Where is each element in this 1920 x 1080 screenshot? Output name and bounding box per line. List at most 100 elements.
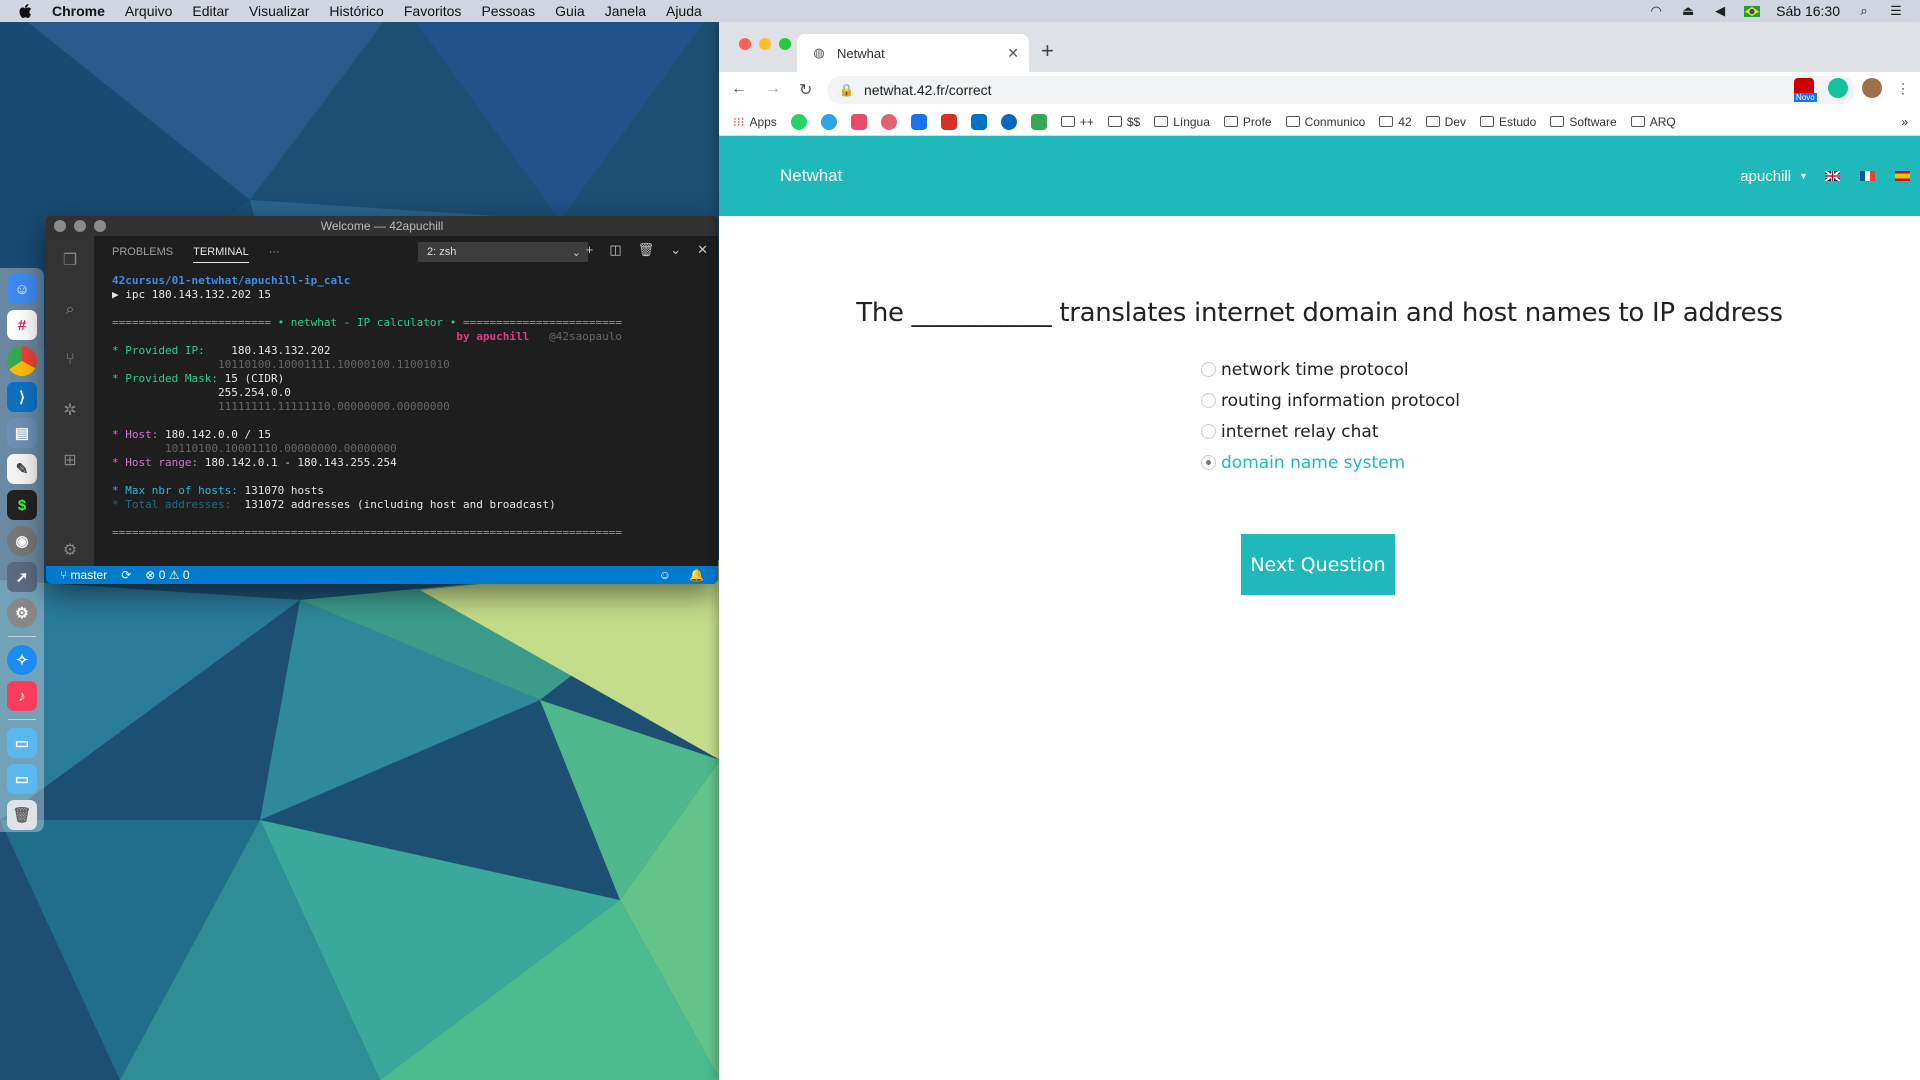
radio-button[interactable]	[1201, 362, 1216, 377]
bookmark-folder-arq[interactable]: ARQ	[1630, 115, 1676, 129]
trash-icon[interactable]: 🗑	[7, 800, 37, 830]
bookmark-folder-profe[interactable]: Profe	[1223, 115, 1272, 129]
onedrive-icon[interactable]	[1000, 113, 1017, 130]
disk-utility-icon[interactable]: ◉	[7, 526, 37, 556]
notifications-bell-icon[interactable]: 🔔	[689, 568, 704, 582]
browser-tab-netwhat[interactable]: ◍ Netwhat ✕	[797, 34, 1029, 72]
close-panel-icon[interactable]: ✕	[697, 242, 708, 258]
close-tab-icon[interactable]: ✕	[1007, 45, 1019, 62]
problems-status[interactable]: ⊗ 0 ⚠ 0	[145, 568, 189, 582]
kill-terminal-icon[interactable]: 🗑	[638, 242, 655, 258]
radio-button[interactable]	[1201, 393, 1216, 408]
answer-option-dns[interactable]: domain name system	[1201, 447, 1460, 478]
menu-visualizar[interactable]: Visualizar	[249, 3, 309, 19]
france-flag-icon[interactable]	[1860, 171, 1875, 181]
tab-terminal[interactable]: TERMINAL	[193, 246, 249, 263]
menu-app-name[interactable]: Chrome	[52, 3, 105, 19]
split-terminal-icon[interactable]: ◫	[609, 242, 621, 258]
system-preferences-icon[interactable]: ⚙	[7, 598, 37, 628]
downloads-folder-icon[interactable]: ▭	[7, 764, 37, 794]
terminal-select[interactable]: 2: zsh ⌄	[418, 242, 588, 262]
uk-flag-icon[interactable]	[1825, 171, 1840, 181]
sync-icon[interactable]: ⟳	[121, 568, 131, 582]
spotlight-search-icon[interactable]: ⌕	[1856, 3, 1872, 18]
forward-arrow-icon[interactable]: →	[765, 80, 781, 100]
notes-icon[interactable]: ✎	[7, 454, 37, 484]
tab-problems[interactable]: PROBLEMS	[112, 246, 173, 258]
zoom-window-button[interactable]	[779, 38, 791, 50]
address-bar[interactable]: 🔒 netwhat.42.fr/correct ☆	[827, 76, 1855, 104]
music-icon[interactable]: ♪	[7, 681, 37, 711]
menu-ajuda[interactable]: Ajuda	[666, 3, 702, 19]
maximize-panel-icon[interactable]: ⌄	[670, 242, 681, 258]
site-brand[interactable]: Netwhat	[780, 166, 842, 186]
bookmark-folder-lingua[interactable]: Língua	[1154, 115, 1210, 129]
new-terminal-icon[interactable]: +	[586, 242, 594, 258]
git-branch-item[interactable]: ⑂ master	[60, 568, 107, 582]
lock-icon[interactable]: 🔒	[839, 83, 854, 97]
debug-icon[interactable]: ✲	[58, 398, 82, 422]
bookmark-folder-dollar[interactable]: $$	[1107, 115, 1140, 129]
user-menu[interactable]: apuchill ▼	[1740, 168, 1808, 185]
extension-icon[interactable]: Novo	[1794, 78, 1817, 102]
preview-icon[interactable]: ▤	[7, 418, 37, 448]
bookmark-folder-dev[interactable]: Dev	[1425, 115, 1466, 129]
bookmark-folder-42[interactable]: 42	[1379, 115, 1412, 129]
spain-flag-icon[interactable]	[1895, 171, 1910, 181]
reload-icon[interactable]: ↻	[799, 80, 812, 100]
menu-editar[interactable]: Editar	[192, 3, 229, 19]
feedback-smiley-icon[interactable]: ☺	[659, 568, 671, 582]
control-center-icon[interactable]: ☰	[1888, 3, 1904, 18]
asana-icon[interactable]	[880, 113, 897, 130]
volume-icon[interactable]: ◀	[1712, 3, 1728, 18]
bookmark-app-icon[interactable]	[850, 113, 867, 130]
bookmark-folder-plusplus[interactable]: ++	[1060, 115, 1094, 129]
chrome-dock-icon[interactable]	[7, 346, 37, 376]
extensions-icon[interactable]: ⊞	[58, 448, 82, 472]
radio-button[interactable]	[1201, 424, 1216, 439]
menu-guia[interactable]: Guia	[555, 3, 585, 19]
source-control-icon[interactable]: ⑂	[58, 348, 82, 372]
answer-option-irc[interactable]: internet relay chat	[1201, 416, 1460, 447]
terminal-dock-icon[interactable]: $	[7, 490, 37, 520]
gmail-icon[interactable]	[940, 113, 957, 130]
menu-janela[interactable]: Janela	[605, 3, 646, 19]
menu-arquivo[interactable]: Arquivo	[125, 3, 172, 19]
whatsapp-icon[interactable]	[790, 113, 807, 130]
apple-menu-icon[interactable]	[18, 3, 32, 19]
menu-favoritos[interactable]: Favoritos	[404, 3, 462, 19]
vscode-dock-icon[interactable]: ⟩	[7, 382, 37, 412]
next-question-button[interactable]: Next Question	[1241, 534, 1395, 595]
bookmark-folder-estudo[interactable]: Estudo	[1479, 115, 1536, 129]
folder-icon[interactable]: ▭	[7, 728, 37, 758]
minimize-window-button[interactable]	[759, 38, 771, 50]
finder-icon[interactable]: ☺	[7, 274, 37, 304]
eject-icon[interactable]: ⏏	[1680, 3, 1696, 18]
launchpad-icon[interactable]: ➚	[7, 562, 37, 592]
menu-historico[interactable]: Histórico	[329, 3, 383, 19]
close-window-button[interactable]	[739, 38, 751, 50]
explorer-icon[interactable]: ❐	[58, 248, 82, 272]
grammarly-icon[interactable]	[1828, 78, 1848, 98]
bookmark-folder-conmunico[interactable]: Conmunico	[1285, 115, 1365, 129]
safari-icon[interactable]: ✧	[7, 645, 37, 675]
terminal-output[interactable]: 42cursus/01-netwhat/apuchill-ip_calc ▶ i…	[112, 274, 698, 564]
bookmarks-overflow-icon[interactable]: »	[1901, 115, 1908, 129]
back-arrow-icon[interactable]: ←	[731, 80, 747, 100]
bookmark-apps[interactable]: ⁝⁝⁝ Apps	[733, 115, 777, 129]
radio-button-selected[interactable]	[1201, 455, 1216, 470]
more-actions-icon[interactable]: ···	[269, 246, 280, 258]
calendar-icon[interactable]	[910, 113, 927, 130]
search-icon[interactable]: ⌕	[58, 298, 82, 322]
slack-icon[interactable]: #	[7, 310, 37, 340]
play-store-icon[interactable]	[1030, 113, 1047, 130]
chrome-menu-icon[interactable]: ⋮	[1896, 80, 1910, 97]
bookmark-folder-software[interactable]: Software	[1550, 115, 1617, 129]
new-tab-button[interactable]: +	[1041, 38, 1054, 64]
answer-option-ntp[interactable]: network time protocol	[1201, 354, 1460, 385]
menu-pessoas[interactable]: Pessoas	[481, 3, 535, 19]
brazil-flag-icon[interactable]	[1744, 4, 1761, 18]
wifi-icon[interactable]: ◠	[1648, 3, 1664, 18]
profile-avatar[interactable]	[1862, 78, 1882, 98]
settings-gear-icon[interactable]: ⚙	[58, 538, 82, 562]
